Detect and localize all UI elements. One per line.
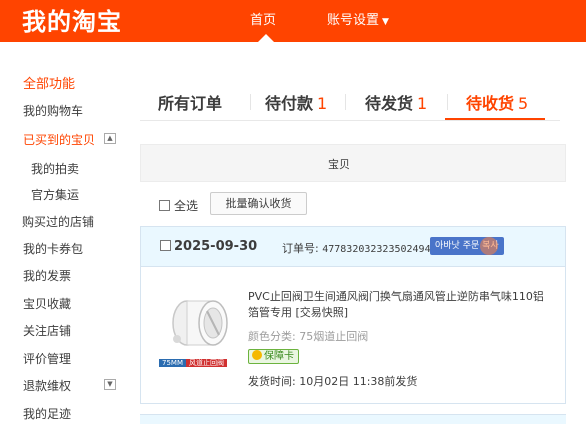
next-order-card [140, 414, 566, 424]
chevron-down-icon: ▼ [382, 17, 389, 27]
sidebar-item-bought[interactable]: 已买到的宝贝 [23, 131, 95, 148]
sidebar-item-followed-shops[interactable]: 关注店铺 [23, 322, 71, 339]
order-tabs: 所有订单 待付款 1 待发货 1 待收货 5 [140, 80, 560, 122]
nav-active-pointer [258, 34, 274, 42]
product-title-link[interactable]: PVC止回阀卫生间通风阀门换气扇通风管止逆防串气味110铝箔管专用 [交易快照] [248, 289, 548, 321]
sidebar-item-shops-bought[interactable]: 购买过的店铺 [22, 213, 94, 230]
product-image[interactable]: 75MM 风道止回阀 [157, 287, 239, 369]
select-all-checkbox[interactable]: 全选 [159, 197, 198, 214]
table-column-header: 宝贝 [140, 144, 566, 182]
sidebar-item-coupons[interactable]: 我的卡券包 [23, 240, 83, 257]
order-card: 2025-09-30 订单号: 4778320323235024947 아바낫 … [140, 226, 566, 404]
checkbox[interactable] [159, 200, 170, 211]
column-header-item: 宝贝 [328, 158, 350, 171]
order-number-value: 4778320323235024947 [322, 244, 437, 255]
sidebar: 全部功能 我的购物车 已买到的宝贝 ▲ 我的拍卖 官方集运 购买过的店铺 我的卡… [0, 42, 134, 424]
image-label-text: 风道止回阀 [186, 359, 227, 367]
tab-pending-shipment[interactable]: 待发货 1 [365, 90, 427, 114]
image-label-size: 75MM [159, 359, 186, 367]
order-number: 订单号: 4778320323235024947 [282, 240, 437, 256]
product-image-label: 75MM 风道止回阀 [159, 358, 237, 369]
batch-confirm-button[interactable]: 批量确认收货 [210, 192, 307, 215]
sidebar-item-auction[interactable]: 我的拍卖 [31, 160, 79, 177]
select-all-label: 全选 [174, 199, 199, 213]
guarantee-label: 保障卡 [264, 351, 294, 362]
collapse-icon[interactable]: ▲ [104, 133, 116, 144]
logo[interactable]: 我的淘宝 [22, 2, 122, 37]
sidebar-item-refunds[interactable]: 退款维权 [23, 377, 71, 394]
tab-pending-payment[interactable]: 待付款 1 [265, 90, 327, 114]
sidebar-item-footprints[interactable]: 我的足迹 [23, 405, 71, 422]
ship-time: 发货时间: 10月02日 11:38前发货 [248, 375, 418, 388]
tab-divider [250, 94, 251, 110]
vent-valve-icon [172, 300, 228, 346]
order-number-label: 订单号: [282, 242, 319, 255]
guarantee-badge[interactable]: 保障卡 [248, 349, 299, 364]
tab-pending-receipt[interactable]: 待收货 5 [466, 90, 528, 114]
order-date: 2025-09-30 [174, 239, 258, 254]
tab-all-orders[interactable]: 所有订单 [158, 90, 222, 114]
tab-divider [447, 94, 448, 110]
guarantee-icon [252, 350, 262, 360]
sidebar-title[interactable]: 全部功能 [23, 73, 75, 92]
cursor-highlight [480, 237, 498, 255]
tab-count: 5 [518, 94, 529, 113]
tab-count: 1 [317, 94, 328, 113]
nav-account-settings[interactable]: 账号设置 ▼ [327, 9, 389, 28]
top-bar: 我的淘宝 首页 账号设置 ▼ [0, 0, 586, 42]
tab-label: 待付款 [265, 94, 314, 113]
expand-icon[interactable]: ▼ [104, 379, 116, 390]
tab-label: 所有订单 [158, 94, 223, 113]
tab-count: 1 [417, 94, 428, 113]
sidebar-item-invoices[interactable]: 我的发票 [23, 267, 71, 284]
tab-label: 待发货 [365, 94, 414, 113]
nav-account-label: 账号设置 [327, 13, 380, 28]
tab-label: 待收货 [466, 94, 515, 113]
tab-divider [345, 94, 346, 110]
nav-home-link[interactable]: 首页 [250, 9, 276, 28]
order-checkbox[interactable] [160, 240, 171, 251]
sidebar-item-consolidation[interactable]: 官方集运 [31, 186, 79, 203]
sidebar-item-cart[interactable]: 我的购物车 [23, 102, 83, 119]
order-header: 2025-09-30 订单号: 4778320323235024947 아바낫 … [141, 227, 565, 267]
sidebar-item-reviews[interactable]: 评价管理 [23, 350, 71, 367]
product-spec: 颜色分类: 75烟道止回阀 [248, 330, 369, 343]
tabs-divider [140, 120, 560, 121]
sidebar-item-favorites[interactable]: 宝贝收藏 [23, 295, 71, 312]
